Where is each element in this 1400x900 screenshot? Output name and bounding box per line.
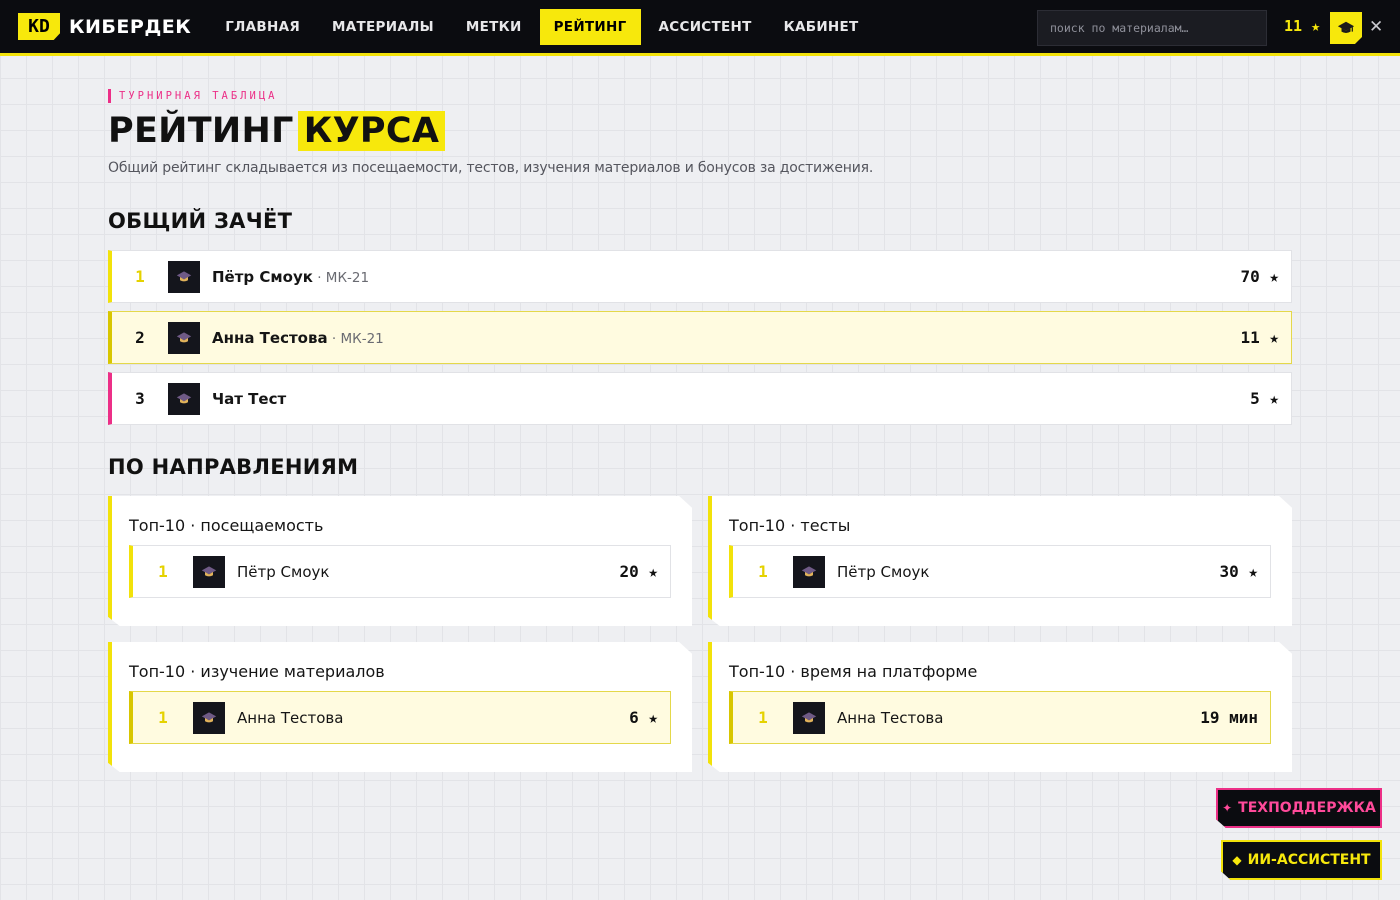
student-name: Пётр Смоук · МК-21 bbox=[212, 268, 369, 286]
nav-item-cabinet[interactable]: КАБИНЕТ bbox=[770, 9, 873, 45]
categories-section-title: ПО НАПРАВЛЕНИЯМ bbox=[108, 455, 359, 479]
rank-number: 3 bbox=[135, 389, 145, 408]
score-value: 11 ★ bbox=[1240, 328, 1279, 347]
rank-number: 1 bbox=[135, 267, 145, 286]
graduation-cap-icon bbox=[801, 565, 817, 576]
logo-badge: KD bbox=[18, 13, 60, 40]
ai-assistant-button-label: ИИ-АССИСТЕНТ bbox=[1247, 852, 1371, 868]
student-name-text: Чат Тест bbox=[212, 389, 287, 408]
nav-item-materials[interactable]: МАТЕРИАЛЫ bbox=[318, 9, 448, 45]
student-name-text: Анна Тестова bbox=[212, 328, 328, 347]
profile-button[interactable] bbox=[1330, 12, 1362, 44]
student-name: Анна Тестова bbox=[237, 708, 344, 727]
page-title-highlight: КУРСА bbox=[297, 111, 446, 151]
leaderboard-row[interactable]: 1 Пётр Смоук · МК-21 70 ★ bbox=[108, 250, 1292, 303]
page-title-main: РЕЙТИНГ bbox=[108, 111, 294, 151]
graduation-cap-icon bbox=[201, 565, 217, 576]
support-button[interactable]: ✦ ТЕХПОДДЕРЖКА bbox=[1216, 788, 1382, 828]
sparkle-icon: ✦ bbox=[1222, 801, 1233, 815]
leaderboard-row-current-user[interactable]: 2 Анна Тестова · МК-21 11 ★ bbox=[108, 311, 1292, 364]
student-name-text: Пётр Смоук bbox=[212, 267, 313, 286]
diamond-icon: ◆ bbox=[1232, 853, 1242, 867]
main-nav: ГЛАВНАЯ МАТЕРИАЛЫ МЕТКИ РЕЙТИНГ АССИСТЕН… bbox=[211, 8, 876, 45]
logo[interactable]: KD КИБЕРДЕК bbox=[18, 13, 191, 40]
rank-number: 1 bbox=[758, 562, 768, 581]
score-value: 70 ★ bbox=[1240, 267, 1279, 286]
category-card-time-on-platform: Топ-10 · время на платформе 1 Анна Тесто… bbox=[708, 642, 1292, 772]
top-navbar: KD КИБЕРДЕК ГЛАВНАЯ МАТЕРИАЛЫ МЕТКИ РЕЙТ… bbox=[0, 0, 1400, 56]
avatar bbox=[193, 701, 225, 734]
score-value: 5 ★ bbox=[1250, 389, 1279, 408]
rank-number: 2 bbox=[135, 328, 145, 347]
support-button-label: ТЕХПОДДЕРЖКА bbox=[1238, 800, 1376, 816]
student-group: · МК-21 bbox=[312, 269, 370, 286]
graduation-cap-icon bbox=[176, 331, 192, 342]
graduation-cap-icon bbox=[176, 392, 192, 403]
student-name: Анна Тестова · МК-21 bbox=[212, 329, 384, 347]
graduation-cap-icon bbox=[176, 270, 192, 281]
card-title: Топ-10 · изучение материалов bbox=[129, 662, 385, 681]
nav-item-home[interactable]: ГЛАВНАЯ bbox=[211, 9, 314, 45]
score-value: 20 ★ bbox=[619, 562, 658, 581]
rank-number: 1 bbox=[758, 708, 768, 727]
category-card-materials: Топ-10 · изучение материалов 1 Анна Тест… bbox=[108, 642, 692, 772]
page-eyebrow: ТУРНИРНАЯ ТАБЛИЦА bbox=[108, 89, 277, 103]
student-name: Анна Тестова bbox=[837, 708, 944, 727]
category-card-tests: Топ-10 · тесты 1 Пётр Смоук 30 ★ bbox=[708, 496, 1292, 626]
graduation-cap-icon bbox=[201, 711, 217, 722]
avatar bbox=[793, 701, 825, 734]
avatar bbox=[168, 260, 200, 293]
overall-section-title: ОБЩИЙ ЗАЧЁТ bbox=[108, 209, 293, 233]
score-value: 30 ★ bbox=[1219, 562, 1258, 581]
leaderboard-row[interactable]: 1 Пётр Смоук 20 ★ bbox=[129, 545, 671, 598]
page-subtitle: Общий рейтинг складывается из посещаемос… bbox=[108, 160, 874, 176]
card-title: Топ-10 · посещаемость bbox=[129, 516, 324, 535]
graduation-cap-icon bbox=[801, 711, 817, 722]
leaderboard-row-current-user[interactable]: 1 Анна Тестова 6 ★ bbox=[129, 691, 671, 744]
rank-number: 1 bbox=[158, 708, 168, 727]
avatar bbox=[168, 321, 200, 354]
student-name: Чат Тест bbox=[212, 390, 286, 408]
nav-item-rating[interactable]: РЕЙТИНГ bbox=[539, 8, 641, 45]
search-input[interactable] bbox=[1037, 10, 1267, 46]
avatar bbox=[168, 382, 200, 415]
logo-text: КИБЕРДЕК bbox=[69, 15, 192, 38]
card-title: Топ-10 · тесты bbox=[729, 516, 851, 535]
score-value: 6 ★ bbox=[629, 708, 658, 727]
nav-item-tags[interactable]: МЕТКИ bbox=[452, 9, 536, 45]
rank-number: 1 bbox=[158, 562, 168, 581]
leaderboard-row[interactable]: 3 Чат Тест 5 ★ bbox=[108, 372, 1292, 425]
category-card-attendance: Топ-10 · посещаемость 1 Пётр Смоук 20 ★ bbox=[108, 496, 692, 626]
nav-item-assistant[interactable]: АССИСТЕНТ bbox=[645, 9, 766, 45]
score-value: 19 мин bbox=[1200, 708, 1258, 727]
avatar bbox=[193, 555, 225, 588]
leaderboard-row[interactable]: 1 Пётр Смоук 30 ★ bbox=[729, 545, 1271, 598]
page-title: РЕЙТИНГ КУРСА bbox=[108, 108, 446, 154]
ai-assistant-button[interactable]: ◆ ИИ-АССИСТЕНТ bbox=[1221, 840, 1382, 880]
close-icon[interactable]: ✕ bbox=[1369, 17, 1383, 37]
leaderboard-row-current-user[interactable]: 1 Анна Тестова 19 мин bbox=[729, 691, 1271, 744]
student-name: Пётр Смоук bbox=[837, 562, 930, 581]
card-title: Топ-10 · время на платформе bbox=[729, 662, 978, 681]
student-name: Пётр Смоук bbox=[237, 562, 330, 581]
avatar bbox=[793, 555, 825, 588]
user-stars-counter: 11 ★ bbox=[1284, 17, 1321, 35]
graduation-cap-icon bbox=[1337, 21, 1355, 33]
student-group: · МК-21 bbox=[327, 330, 384, 347]
